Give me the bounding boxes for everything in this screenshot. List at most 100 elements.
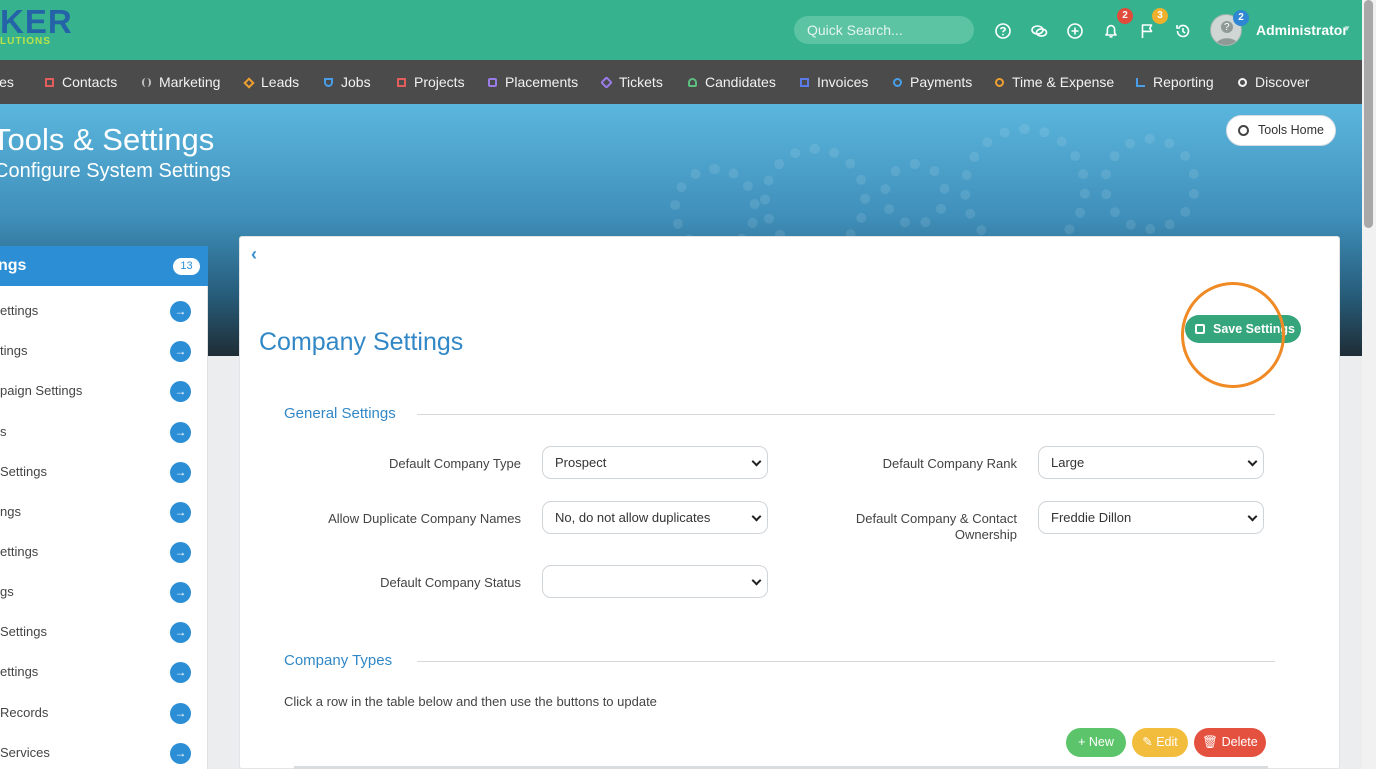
nav-item-companies[interactable]: ies xyxy=(0,60,14,104)
arrow-right-icon[interactable]: → xyxy=(170,502,191,523)
field-label: Default Company Status xyxy=(380,575,521,590)
avatar-badge: 2 xyxy=(1233,10,1249,26)
trash-icon: 🗑 xyxy=(1202,735,1222,749)
arrow-right-icon[interactable]: → xyxy=(170,341,191,362)
arrow-right-icon[interactable]: → xyxy=(170,542,191,563)
nav-item-time-expense[interactable]: Time & Expense xyxy=(995,60,1114,104)
delete-button[interactable]: 🗑 Delete xyxy=(1194,728,1266,757)
sidebar-item[interactable]: ettings → xyxy=(0,291,208,331)
clock-icon xyxy=(995,78,1004,87)
default-ownership-select[interactable]: Freddie Dillon xyxy=(1038,501,1264,534)
allow-duplicate-names-select[interactable]: No, do not allow duplicates xyxy=(542,501,768,534)
logo-subtext: LUTIONS xyxy=(0,36,51,47)
nav-label: Discover xyxy=(1255,74,1310,90)
sidebar-item[interactable]: Records → xyxy=(0,693,208,733)
brand-logo[interactable]: KER LUTIONS xyxy=(0,3,73,47)
card-title: Company Settings xyxy=(259,328,464,356)
chevron-left-icon[interactable]: ‹ xyxy=(251,244,257,265)
nav-label: Projects xyxy=(414,74,465,90)
nav-item-candidates[interactable]: Candidates xyxy=(688,60,776,104)
arrow-right-icon[interactable]: → xyxy=(170,381,191,402)
checklist-icon xyxy=(397,78,406,87)
arrow-right-icon[interactable]: → xyxy=(170,662,191,683)
arrow-right-icon[interactable]: → xyxy=(170,582,191,603)
sidebar-item[interactable]: s → xyxy=(0,412,208,452)
chevron-down-icon[interactable]: ▼ xyxy=(1343,24,1351,33)
nav-item-jobs[interactable]: Jobs xyxy=(324,60,371,104)
broadcast-icon xyxy=(142,78,151,87)
question-circle-icon[interactable] xyxy=(994,22,1012,40)
nav-item-marketing[interactable]: Marketing xyxy=(142,60,220,104)
gear-decoration-icon xyxy=(880,159,950,229)
select-value: Large xyxy=(1051,455,1085,470)
save-settings-button[interactable]: Save Settings xyxy=(1185,315,1301,343)
sidebar-item[interactable]: Settings → xyxy=(0,452,208,492)
chevron-down-icon xyxy=(1247,511,1258,522)
nav-item-contacts[interactable]: Contacts xyxy=(45,60,117,104)
sidebar-item[interactable]: tings → xyxy=(0,331,208,371)
settings-sidebar: ngs 13 ettings → tings → paign Settings → s… xyxy=(0,246,208,769)
nav-item-leads[interactable]: Leads xyxy=(243,60,300,104)
default-company-rank-select[interactable]: Large xyxy=(1038,446,1264,479)
arrow-right-icon[interactable]: → xyxy=(170,462,191,483)
quick-search-input[interactable] xyxy=(794,16,974,44)
logo-text: KER xyxy=(0,3,73,40)
field-label: Default Company Rank xyxy=(882,456,1017,471)
sidebar-item[interactable]: ettings → xyxy=(0,532,208,572)
flags-badge: 3 xyxy=(1152,8,1168,24)
page-subtitle: Configure System Settings xyxy=(0,160,231,182)
nav-item-tickets[interactable]: Tickets xyxy=(600,60,663,104)
arrow-right-icon[interactable]: → xyxy=(170,703,191,724)
new-button[interactable]: + New xyxy=(1066,728,1126,757)
flag-icon[interactable] xyxy=(1138,22,1156,40)
tools-home-button[interactable]: Tools Home xyxy=(1226,115,1336,146)
history-icon[interactable] xyxy=(1174,22,1192,40)
bell-icon[interactable] xyxy=(1102,22,1120,40)
nav-item-payments[interactable]: Payments xyxy=(893,60,972,104)
arrow-right-icon[interactable]: → xyxy=(170,301,191,322)
sidebar-count-badge: 13 xyxy=(173,258,200,275)
sidebar-item[interactable]: Services → xyxy=(0,733,208,769)
nav-item-placements[interactable]: Placements xyxy=(488,60,578,104)
sidebar-item[interactable]: ngs → xyxy=(0,492,208,532)
plus-circle-icon[interactable] xyxy=(1066,22,1084,40)
sidebar-item-label: ettings xyxy=(0,303,39,318)
page-scrollbar[interactable] xyxy=(1362,0,1376,769)
arrow-right-icon[interactable]: → xyxy=(170,743,191,764)
nav-label: ies xyxy=(0,74,14,90)
plus-icon: + xyxy=(1078,735,1089,749)
select-value: Prospect xyxy=(555,455,607,470)
floppy-disk-icon xyxy=(1195,324,1205,334)
arrow-right-icon[interactable]: → xyxy=(170,622,191,643)
nav-label: Leads xyxy=(261,74,300,90)
scrollbar-thumb[interactable] xyxy=(1364,0,1373,228)
nav-item-discover[interactable]: Discover xyxy=(1238,60,1309,104)
new-label: New xyxy=(1088,735,1114,749)
chevron-down-icon xyxy=(751,511,762,522)
nav-item-invoices[interactable]: Invoices xyxy=(800,60,868,104)
nav-label: Contacts xyxy=(62,74,118,90)
table-hint-text: Click a row in the table below and then … xyxy=(284,694,657,709)
default-company-status-select[interactable] xyxy=(542,565,768,598)
sidebar-item-label: paign Settings xyxy=(0,383,83,398)
field-label: Allow Duplicate Company Names xyxy=(328,511,521,526)
user-menu-name[interactable]: Administrator xyxy=(1256,22,1348,38)
edit-button[interactable]: ✎ Edit xyxy=(1132,728,1188,757)
sidebar-item[interactable]: ettings → xyxy=(0,652,208,692)
nav-item-projects[interactable]: Projects xyxy=(397,60,465,104)
sidebar-header[interactable]: ngs 13 xyxy=(0,246,208,286)
sidebar-item-label: ettings xyxy=(0,664,39,679)
nav-label: Marketing xyxy=(159,74,221,90)
pencil-icon: ✎ xyxy=(1142,735,1157,749)
briefcase-icon xyxy=(488,78,497,87)
nav-item-reporting[interactable]: Reporting xyxy=(1136,60,1214,104)
section-divider xyxy=(417,414,1275,415)
sidebar-item[interactable]: paign Settings → xyxy=(0,371,208,411)
arrow-right-icon[interactable]: → xyxy=(170,422,191,443)
section-title-general: General Settings xyxy=(284,405,396,422)
chat-bubbles-icon[interactable] xyxy=(1030,22,1048,40)
sidebar-item[interactable]: Settings → xyxy=(0,612,208,652)
default-company-type-select[interactable]: Prospect xyxy=(542,446,768,479)
nav-label: Invoices xyxy=(817,74,869,90)
sidebar-item[interactable]: gs → xyxy=(0,572,208,612)
